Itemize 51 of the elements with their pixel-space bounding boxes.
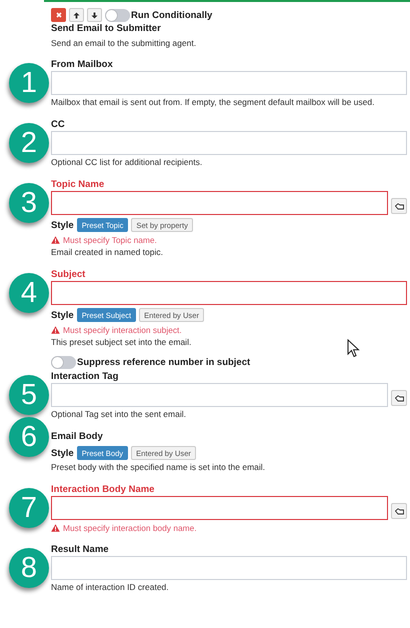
step-marker: 4 <box>9 273 49 313</box>
toggle-switch[interactable] <box>105 8 130 22</box>
error-message: Must specify interaction body name. <box>63 523 197 533</box>
move-down-button[interactable] <box>87 8 102 22</box>
style-label: Style <box>51 448 74 458</box>
step-marker: 6 <box>9 417 49 457</box>
help-text: Optional CC list for additional recipients. <box>51 157 204 168</box>
style-label: Style <box>51 310 74 320</box>
step-description: Send an email to the submitting agent. <box>51 38 198 48</box>
field-label: Subject <box>51 269 86 280</box>
arrow-up-icon <box>73 12 80 18</box>
error-message: Must specify Topic name. <box>63 235 157 245</box>
step-marker: 8 <box>9 548 49 588</box>
step-marker: 1 <box>9 63 49 103</box>
close-icon <box>56 12 62 18</box>
lookup-button[interactable] <box>391 390 407 406</box>
text-field[interactable] <box>51 281 407 305</box>
step-marker: 2 <box>9 123 49 163</box>
lookup-button[interactable] <box>391 503 407 519</box>
field-label: Topic Name <box>51 179 106 190</box>
text-field[interactable] <box>51 191 388 215</box>
help-text: Mailbox that email is sent out from. If empty, the segment default mailbox will be used. <box>51 97 376 108</box>
field-label: Email Body <box>51 431 103 442</box>
style-label: Style <box>51 220 74 230</box>
toggle-switch[interactable] <box>51 356 76 369</box>
cursor-icon <box>347 339 360 358</box>
help-text: Optional Tag set into the sent email. <box>51 409 187 420</box>
warning-icon <box>51 326 60 334</box>
help-text: This preset subject set into the email. <box>51 337 192 348</box>
step-marker: 5 <box>9 375 49 415</box>
toggle-label: Run Conditionally <box>131 10 212 20</box>
field-label: CC <box>51 119 66 130</box>
delete-button[interactable] <box>51 8 66 22</box>
field-label: Interaction Tag <box>51 371 120 382</box>
move-up-button[interactable] <box>69 8 84 22</box>
help-text: Preset body with the specified name is set into the email. <box>51 462 266 473</box>
field-label: Result Name <box>51 544 110 555</box>
step-marker: 7 <box>9 488 49 528</box>
help-text: Name of interaction ID created. <box>51 582 170 593</box>
text-field[interactable] <box>51 496 388 520</box>
arrow-down-icon <box>91 12 98 18</box>
field-label: Interaction Body Name <box>51 484 156 495</box>
warning-icon <box>51 236 60 244</box>
step-marker: 3 <box>9 183 49 223</box>
help-text: Email created in named topic. <box>51 247 164 258</box>
field-label: From Mailbox <box>51 59 114 70</box>
warning-icon <box>51 524 60 532</box>
toggle-label: Suppress reference number in subject <box>77 357 250 368</box>
error-message: Must specify interaction subject. <box>63 325 182 335</box>
lookup-button[interactable] <box>391 198 407 214</box>
step-title: Send Email to Submitter <box>51 23 162 34</box>
